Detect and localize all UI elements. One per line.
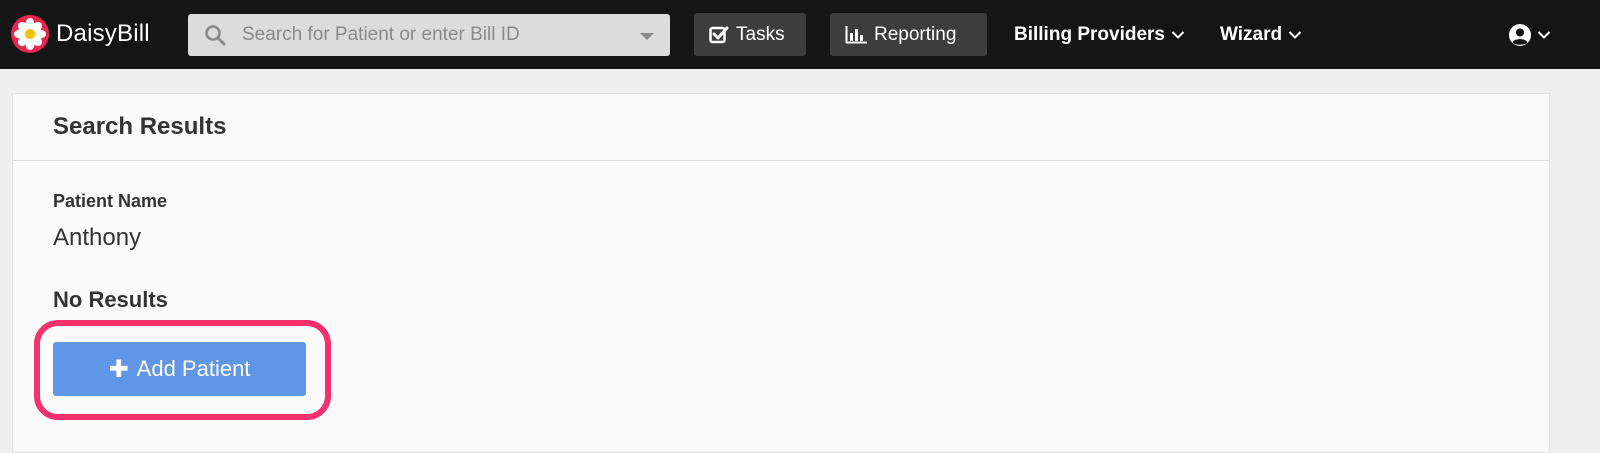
wizard-label: Wizard bbox=[1220, 23, 1283, 45]
reporting-button[interactable]: Reporting bbox=[830, 13, 987, 56]
tasks-button[interactable]: Tasks bbox=[694, 13, 806, 56]
user-circle-icon bbox=[1509, 23, 1531, 46]
billing-providers-dropdown[interactable]: Billing Providers bbox=[1014, 0, 1185, 69]
brand-name: DaisyBill bbox=[56, 20, 150, 47]
wizard-dropdown[interactable]: Wizard bbox=[1220, 0, 1302, 69]
card-header: Search Results bbox=[13, 94, 1549, 161]
tasks-label: Tasks bbox=[736, 23, 785, 45]
add-patient-label: Add Patient bbox=[136, 356, 251, 381]
card-title: Search Results bbox=[53, 113, 227, 140]
search-placeholder: Search for Patient or enter Bill ID bbox=[242, 24, 520, 45]
brand-logo[interactable]: DaisyBill bbox=[10, 14, 150, 54]
search-icon bbox=[205, 25, 226, 46]
no-results-heading: No Results bbox=[53, 287, 168, 312]
add-patient-button[interactable]: ✚ Add Patient bbox=[53, 342, 306, 396]
chevron-down-icon bbox=[1288, 30, 1302, 39]
checkbox-icon bbox=[709, 26, 729, 43]
daisy-flower-logo-icon bbox=[11, 15, 49, 53]
reporting-label: Reporting bbox=[874, 23, 957, 45]
search-results-card: Search Results Patient Name Anthony No R… bbox=[12, 93, 1550, 453]
top-navbar: DaisyBill Search for Patient or enter Bi… bbox=[0, 0, 1600, 69]
chevron-down-icon bbox=[1537, 30, 1551, 39]
chevron-down-icon bbox=[1171, 30, 1185, 39]
plus-icon: ✚ bbox=[108, 355, 129, 383]
caret-down-icon[interactable] bbox=[640, 33, 654, 40]
bar-chart-icon bbox=[845, 25, 867, 43]
billing-providers-label: Billing Providers bbox=[1014, 23, 1165, 45]
user-menu[interactable] bbox=[1508, 0, 1551, 69]
patient-search-input[interactable]: Search for Patient or enter Bill ID bbox=[188, 14, 670, 56]
patient-name-value: Anthony bbox=[53, 224, 142, 251]
patient-name-label: Patient Name bbox=[53, 191, 168, 211]
